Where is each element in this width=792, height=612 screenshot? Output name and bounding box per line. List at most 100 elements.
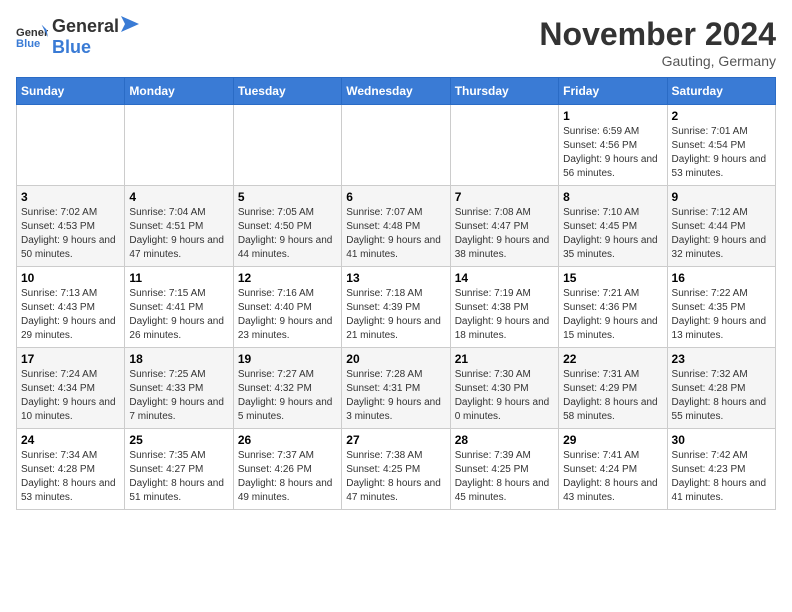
day-number: 22	[563, 352, 662, 366]
day-cell: 19 Sunrise: 7:27 AM Sunset: 4:32 PM Dayli…	[233, 348, 341, 429]
day-cell: 20 Sunrise: 7:28 AM Sunset: 4:31 PM Dayli…	[342, 348, 450, 429]
day-number: 12	[238, 271, 337, 285]
day-info: Sunrise: 7:16 AM Sunset: 4:40 PM Dayligh…	[238, 287, 337, 343]
day-cell	[342, 105, 450, 186]
week-row-5: 24 Sunrise: 7:34 AM Sunset: 4:28 PM Dayli…	[17, 429, 776, 510]
day-info: Sunrise: 7:24 AM Sunset: 4:34 PM Dayligh…	[21, 368, 120, 424]
day-info: Sunrise: 7:04 AM Sunset: 4:51 PM Dayligh…	[129, 206, 228, 262]
day-number: 25	[129, 433, 228, 447]
day-info: Sunrise: 7:27 AM Sunset: 4:32 PM Dayligh…	[238, 368, 337, 424]
day-number: 21	[455, 352, 554, 366]
day-cell	[233, 105, 341, 186]
day-number: 2	[672, 109, 771, 123]
day-info: Sunrise: 7:38 AM Sunset: 4:25 PM Dayligh…	[346, 449, 445, 505]
day-number: 14	[455, 271, 554, 285]
day-number: 26	[238, 433, 337, 447]
day-info: Sunrise: 7:39 AM Sunset: 4:25 PM Dayligh…	[455, 449, 554, 505]
week-row-1: 1 Sunrise: 6:59 AM Sunset: 4:56 PM Daylig…	[17, 105, 776, 186]
day-info: Sunrise: 7:31 AM Sunset: 4:29 PM Dayligh…	[563, 368, 662, 424]
header-cell-monday: Monday	[125, 78, 233, 105]
day-info: Sunrise: 6:59 AM Sunset: 4:56 PM Dayligh…	[563, 125, 662, 181]
header-cell-saturday: Saturday	[667, 78, 775, 105]
header-cell-sunday: Sunday	[17, 78, 125, 105]
calendar-header: SundayMondayTuesdayWednesdayThursdayFrid…	[17, 78, 776, 105]
day-cell	[450, 105, 558, 186]
svg-text:Blue: Blue	[16, 38, 40, 50]
header: General Blue General Blue November 2024 …	[16, 16, 776, 69]
calendar-table: SundayMondayTuesdayWednesdayThursdayFrid…	[16, 77, 776, 510]
day-info: Sunrise: 7:41 AM Sunset: 4:24 PM Dayligh…	[563, 449, 662, 505]
day-number: 10	[21, 271, 120, 285]
day-cell: 24 Sunrise: 7:34 AM Sunset: 4:28 PM Dayli…	[17, 429, 125, 510]
day-info: Sunrise: 7:30 AM Sunset: 4:30 PM Dayligh…	[455, 368, 554, 424]
day-cell: 5Sunrise: 7:05 AM Sunset: 4:50 PM Daylig…	[233, 186, 341, 267]
day-cell: 23Sunrise: 7:32 AM Sunset: 4:28 PM Dayli…	[667, 348, 775, 429]
day-number: 27	[346, 433, 445, 447]
month-title: November 2024	[539, 16, 776, 53]
day-info: Sunrise: 7:02 AM Sunset: 4:53 PM Dayligh…	[21, 206, 120, 262]
logo-icon: General Blue	[16, 23, 48, 51]
week-row-4: 17 Sunrise: 7:24 AM Sunset: 4:34 PM Dayli…	[17, 348, 776, 429]
day-cell: 26Sunrise: 7:37 AM Sunset: 4:26 PM Dayli…	[233, 429, 341, 510]
day-cell: 9Sunrise: 7:12 AM Sunset: 4:44 PM Daylig…	[667, 186, 775, 267]
day-number: 5	[238, 190, 337, 204]
day-info: Sunrise: 7:01 AM Sunset: 4:54 PM Dayligh…	[672, 125, 771, 181]
day-number: 23	[672, 352, 771, 366]
day-number: 20	[346, 352, 445, 366]
day-number: 16	[672, 271, 771, 285]
day-cell: 10 Sunrise: 7:13 AM Sunset: 4:43 PM Dayli…	[17, 267, 125, 348]
title-area: November 2024 Gauting, Germany	[539, 16, 776, 69]
day-cell: 3 Sunrise: 7:02 AM Sunset: 4:53 PM Daylig…	[17, 186, 125, 267]
day-cell: 7 Sunrise: 7:08 AM Sunset: 4:47 PM Daylig…	[450, 186, 558, 267]
day-number: 19	[238, 352, 337, 366]
day-info: Sunrise: 7:42 AM Sunset: 4:23 PM Dayligh…	[672, 449, 771, 505]
day-cell: 14 Sunrise: 7:19 AM Sunset: 4:38 PM Dayli…	[450, 267, 558, 348]
day-info: Sunrise: 7:15 AM Sunset: 4:41 PM Dayligh…	[129, 287, 228, 343]
day-info: Sunrise: 7:19 AM Sunset: 4:38 PM Dayligh…	[455, 287, 554, 343]
week-row-2: 3 Sunrise: 7:02 AM Sunset: 4:53 PM Daylig…	[17, 186, 776, 267]
day-info: Sunrise: 7:35 AM Sunset: 4:27 PM Dayligh…	[129, 449, 228, 505]
day-cell: 30 Sunrise: 7:42 AM Sunset: 4:23 PM Dayli…	[667, 429, 775, 510]
day-info: Sunrise: 7:21 AM Sunset: 4:36 PM Dayligh…	[563, 287, 662, 343]
day-number: 4	[129, 190, 228, 204]
day-number: 30	[672, 433, 771, 447]
header-row: SundayMondayTuesdayWednesdayThursdayFrid…	[17, 78, 776, 105]
day-cell: 4 Sunrise: 7:04 AM Sunset: 4:51 PM Daylig…	[125, 186, 233, 267]
header-cell-wednesday: Wednesday	[342, 78, 450, 105]
day-info: Sunrise: 7:13 AM Sunset: 4:43 PM Dayligh…	[21, 287, 120, 343]
header-cell-tuesday: Tuesday	[233, 78, 341, 105]
day-info: Sunrise: 7:22 AM Sunset: 4:35 PM Dayligh…	[672, 287, 771, 343]
day-cell: 8Sunrise: 7:10 AM Sunset: 4:45 PM Daylig…	[559, 186, 667, 267]
day-cell: 12 Sunrise: 7:16 AM Sunset: 4:40 PM Dayli…	[233, 267, 341, 348]
day-number: 3	[21, 190, 120, 204]
day-number: 29	[563, 433, 662, 447]
day-cell	[125, 105, 233, 186]
week-row-3: 10 Sunrise: 7:13 AM Sunset: 4:43 PM Dayli…	[17, 267, 776, 348]
svg-text:General: General	[16, 27, 48, 39]
day-number: 24	[21, 433, 120, 447]
day-info: Sunrise: 7:28 AM Sunset: 4:31 PM Dayligh…	[346, 368, 445, 424]
day-info: Sunrise: 7:08 AM Sunset: 4:47 PM Dayligh…	[455, 206, 554, 262]
day-number: 1	[563, 109, 662, 123]
day-cell: 11 Sunrise: 7:15 AM Sunset: 4:41 PM Dayli…	[125, 267, 233, 348]
day-cell: 15 Sunrise: 7:21 AM Sunset: 4:36 PM Dayli…	[559, 267, 667, 348]
day-info: Sunrise: 7:07 AM Sunset: 4:48 PM Dayligh…	[346, 206, 445, 262]
day-number: 7	[455, 190, 554, 204]
day-number: 18	[129, 352, 228, 366]
day-cell: 2 Sunrise: 7:01 AM Sunset: 4:54 PM Daylig…	[667, 105, 775, 186]
location-title: Gauting, Germany	[539, 53, 776, 69]
day-number: 11	[129, 271, 228, 285]
day-number: 8	[563, 190, 662, 204]
logo-text-general: General	[52, 16, 119, 37]
day-number: 17	[21, 352, 120, 366]
calendar-body: 1 Sunrise: 6:59 AM Sunset: 4:56 PM Daylig…	[17, 105, 776, 510]
day-info: Sunrise: 7:34 AM Sunset: 4:28 PM Dayligh…	[21, 449, 120, 505]
logo-text-blue: Blue	[52, 37, 139, 58]
day-cell: 21 Sunrise: 7:30 AM Sunset: 4:30 PM Dayli…	[450, 348, 558, 429]
day-cell: 29 Sunrise: 7:41 AM Sunset: 4:24 PM Dayli…	[559, 429, 667, 510]
day-number: 15	[563, 271, 662, 285]
day-number: 9	[672, 190, 771, 204]
day-cell: 22 Sunrise: 7:31 AM Sunset: 4:29 PM Dayli…	[559, 348, 667, 429]
day-cell: 27 Sunrise: 7:38 AM Sunset: 4:25 PM Dayli…	[342, 429, 450, 510]
day-number: 13	[346, 271, 445, 285]
